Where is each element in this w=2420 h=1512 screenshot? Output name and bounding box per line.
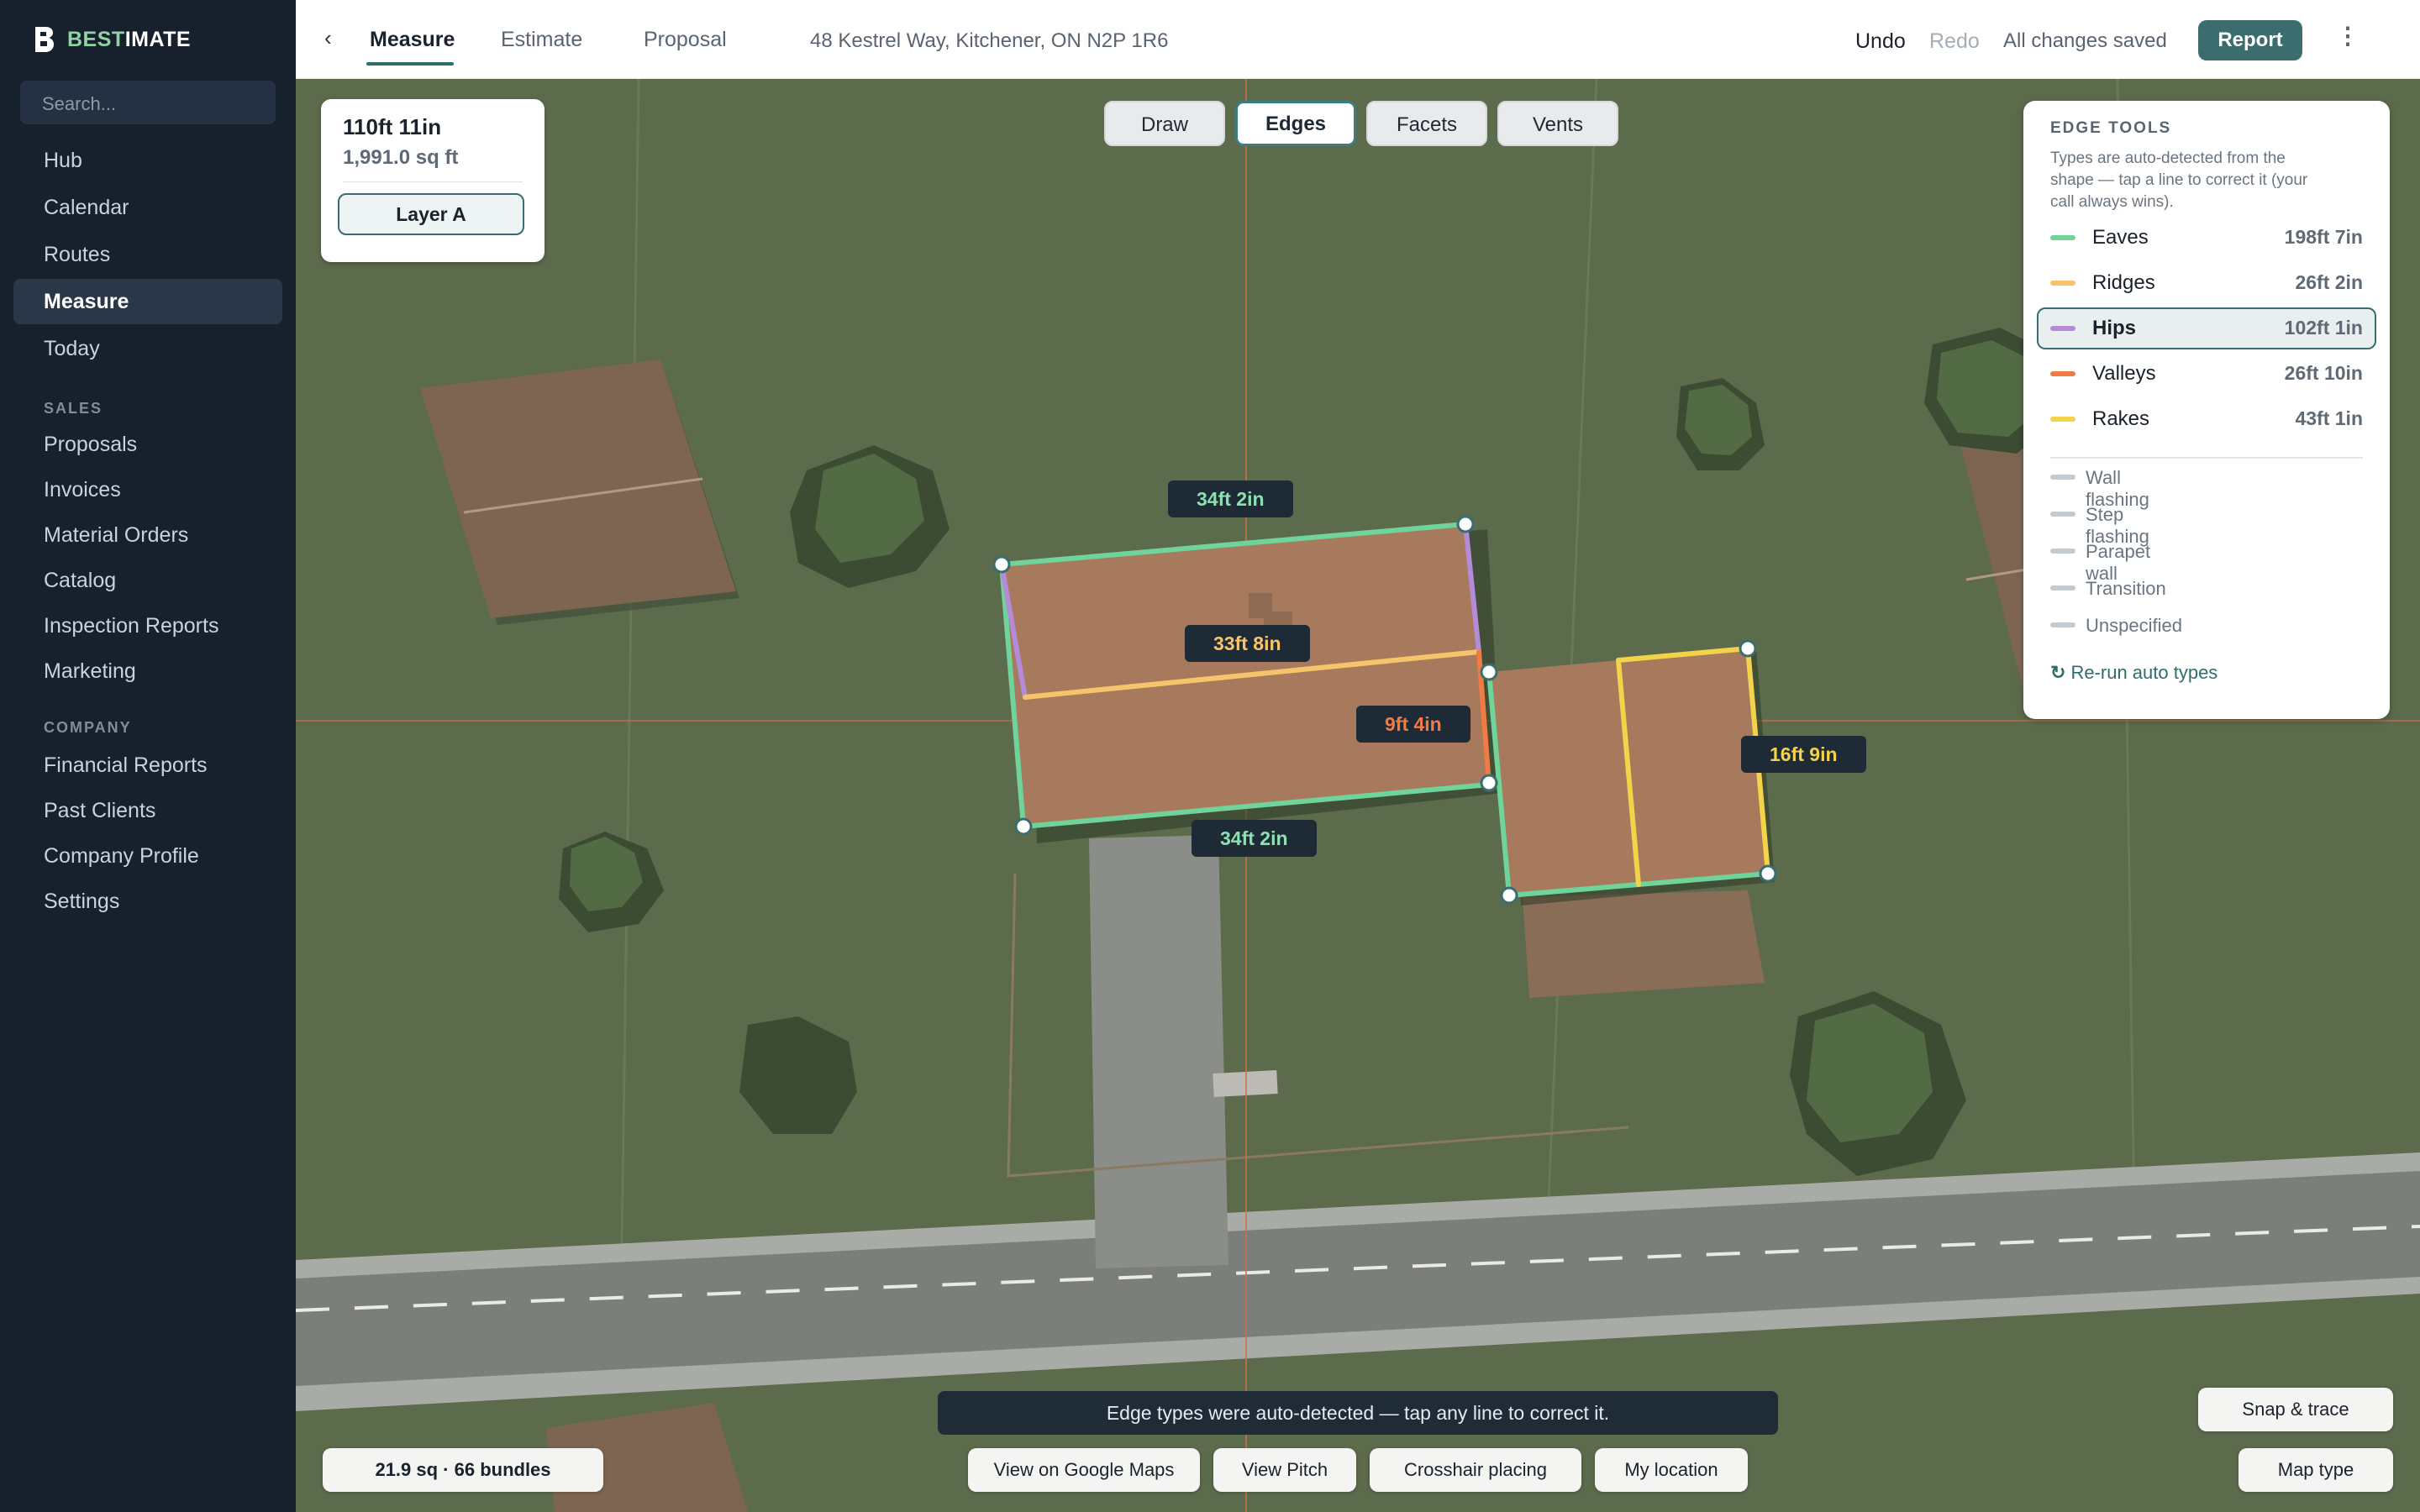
sidebar: BESTIMATE Search... Hub Calendar Routes … (0, 0, 296, 1512)
top-bar: ‹ Measure Estimate Proposal 48 Kestrel W… (296, 0, 2420, 79)
edge-type-label: Unspecified (2086, 615, 2182, 636)
sidebar-item-company-profile[interactable]: Company Profile (13, 833, 282, 879)
crosshair-placing-button[interactable]: Crosshair placing (1370, 1448, 1581, 1492)
edge-type-valleys[interactable]: Valleys 26ft 10in (2037, 353, 2376, 395)
edge-length-label[interactable]: 34ft 2in (1168, 480, 1293, 517)
sidebar-item-hub[interactable]: Hub (13, 138, 282, 183)
panel-description: Types are auto-detected from the shape —… (2050, 150, 2308, 211)
brand[interactable]: BESTIMATE (34, 25, 191, 54)
edge-type-rakes[interactable]: Rakes 43ft 1in (2037, 398, 2376, 440)
sidebar-item-routes[interactable]: Routes (13, 232, 282, 277)
search-input[interactable]: Search... (20, 81, 276, 124)
view-pitch-button[interactable]: View Pitch (1213, 1448, 1356, 1492)
map-type-button[interactable]: Map type (2238, 1448, 2393, 1492)
edge-type-label: Ridges (2092, 271, 2155, 294)
panel-title: EDGE TOOLS (2050, 119, 2172, 137)
sidebar-item-today[interactable]: Today (13, 326, 282, 371)
edge-type-value: 26ft 10in (2284, 362, 2363, 384)
tab-estimate[interactable]: Estimate (501, 28, 582, 52)
edge-length-label[interactable]: 9ft 4in (1356, 706, 1470, 743)
logo-icon (35, 27, 54, 52)
mode-tabs: Draw Edges Facets Vents (1104, 101, 1618, 146)
selected-area: 1,991.0 sq ft (343, 146, 459, 169)
brand-name-prefix: BEST (67, 27, 125, 51)
sidebar-item-proposals[interactable]: Proposals (13, 422, 282, 467)
edge-type-label: Rakes (2092, 407, 2150, 430)
my-location-button[interactable]: My location (1595, 1448, 1748, 1492)
edge-type-label: Eaves (2092, 226, 2149, 249)
auto-detect-toast: Edge types were auto-detected — tap any … (938, 1391, 1778, 1435)
sidebar-item-settings[interactable]: Settings (13, 879, 282, 924)
edge-type-value: 26ft 2in (2295, 271, 2363, 293)
edge-type-label: Transition (2086, 578, 2166, 599)
divider (343, 181, 523, 182)
view-on-google-maps-button[interactable]: View on Google Maps (968, 1448, 1200, 1492)
redo-button[interactable]: Redo (1929, 29, 1980, 54)
ridges-swatch (2050, 281, 2075, 286)
undo-button[interactable]: Undo (1855, 29, 1906, 54)
chevron-left-icon[interactable]: ‹ (324, 25, 332, 51)
eaves-swatch (2050, 235, 2075, 240)
sidebar-item-measure[interactable]: Measure (13, 279, 282, 324)
tab-draw[interactable]: Draw (1104, 101, 1225, 146)
report-button[interactable]: Report (2198, 20, 2302, 60)
rakes-swatch (2050, 417, 2075, 422)
divider (2050, 457, 2363, 459)
tab-vents[interactable]: Vents (1497, 101, 1618, 146)
sidebar-item-past-clients[interactable]: Past Clients (13, 788, 282, 833)
edge-type-value: 43ft 1in (2295, 407, 2363, 429)
edge-type-value: 198ft 7in (2284, 226, 2363, 248)
sidebar-item-invoices[interactable]: Invoices (13, 467, 282, 512)
sidebar-item-marketing[interactable]: Marketing (13, 648, 282, 694)
brand-name: BESTIMATE (67, 28, 191, 52)
swatch (2050, 512, 2075, 517)
snap-trace-button[interactable]: Snap & trace (2198, 1388, 2393, 1431)
refresh-icon: ↻ (2050, 662, 2066, 683)
sidebar-item-material-orders[interactable]: Material Orders (13, 512, 282, 558)
section-sales: SALES (44, 400, 103, 417)
swatch (2050, 585, 2075, 591)
rerun-label: Re-run auto types (2070, 662, 2218, 683)
selected-length: 110ft 11in (343, 114, 442, 139)
edge-length-label[interactable]: 34ft 2in (1192, 820, 1317, 857)
sidebar-item-inspection-reports[interactable]: Inspection Reports (13, 603, 282, 648)
edge-type-ridges[interactable]: Ridges 26ft 2in (2037, 262, 2376, 304)
tab-proposal[interactable]: Proposal (644, 28, 727, 52)
save-status: All changes saved (2003, 29, 2167, 52)
swatch (2050, 475, 2075, 480)
layer-button[interactable]: Layer A (338, 193, 524, 235)
edge-type-value: 102ft 1in (2284, 317, 2363, 339)
brand-name-suffix: IMATE (124, 27, 192, 51)
section-company: COMPANY (44, 719, 132, 736)
edge-type-eaves[interactable]: Eaves 198ft 7in (2037, 217, 2376, 259)
edge-length-label[interactable]: 33ft 8in (1185, 625, 1310, 662)
edge-type-label: Valleys (2092, 362, 2156, 385)
swatch (2050, 622, 2075, 627)
sidebar-item-financial-reports[interactable]: Financial Reports (13, 743, 282, 788)
edge-type-hips[interactable]: Hips 102ft 1in (2037, 307, 2376, 349)
swatch (2050, 549, 2075, 554)
edge-length-label[interactable]: 16ft 9in (1741, 736, 1866, 773)
active-tab-indicator (366, 62, 454, 66)
tab-edges[interactable]: Edges (1235, 101, 1356, 146)
tab-facets[interactable]: Facets (1366, 101, 1487, 146)
valleys-swatch (2050, 371, 2075, 376)
edge-type-label: Hips (2092, 317, 2137, 339)
hips-swatch (2050, 326, 2075, 331)
sidebar-item-calendar[interactable]: Calendar (13, 185, 282, 230)
sidebar-item-catalog[interactable]: Catalog (13, 558, 282, 603)
rerun-auto-types-button[interactable]: ↻ Re-run auto types (2050, 662, 2217, 684)
tab-measure[interactable]: Measure (370, 28, 455, 52)
measure-summary-card: 110ft 11in 1,991.0 sq ft Layer A (321, 99, 544, 262)
property-address: 48 Kestrel Way, Kitchener, ON N2P 1R6 (810, 29, 1169, 52)
edge-tools-panel: EDGE TOOLS Types are auto-detected from … (2023, 101, 2390, 719)
more-vertical-icon[interactable]: ⋮ (2336, 22, 2360, 50)
material-summary[interactable]: 21.9 sq · 66 bundles (323, 1448, 603, 1492)
